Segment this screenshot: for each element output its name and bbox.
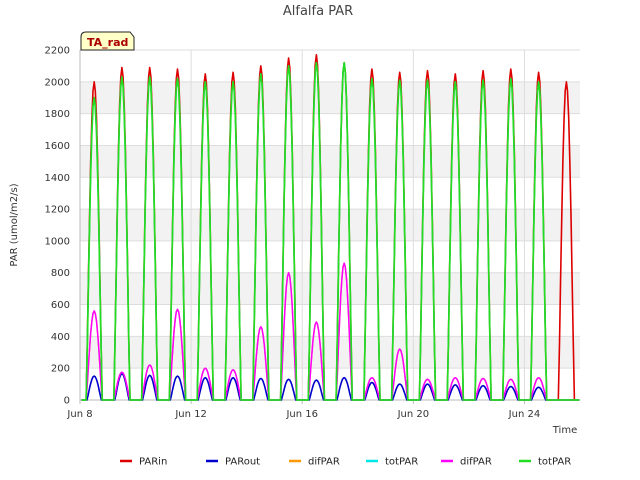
- plot-band: [80, 336, 580, 369]
- plot-band: [80, 145, 580, 178]
- par-chart: Alfalfa PAR 0 200 400 600 800 1000 1200 1400 160…: [0, 0, 640, 480]
- plot-band: [80, 113, 580, 146]
- badge-label: TA_rad: [87, 36, 128, 49]
- plot-band: [80, 50, 580, 82]
- y-tick-label: 200: [51, 364, 70, 375]
- y-tick-label: 800: [51, 268, 70, 279]
- x-tick-label: Jun 12: [174, 409, 207, 420]
- x-axis-title: Time: [552, 425, 577, 436]
- legend-label: difPAR: [308, 457, 340, 468]
- legend-label: difPAR: [460, 457, 492, 468]
- x-tick-label: Jun 20: [397, 409, 430, 420]
- legend-label: totPAR: [385, 457, 418, 468]
- y-tick-label: 1400: [45, 173, 70, 184]
- y-tick-label: 400: [51, 332, 70, 343]
- x-tick-label: Jun 16: [285, 409, 318, 420]
- legend-label: PARout: [225, 457, 260, 468]
- y-tick-label: 600: [51, 300, 70, 311]
- y-tick-label: 1200: [45, 205, 70, 216]
- chart-title: Alfalfa PAR: [283, 4, 353, 19]
- legend-label: totPAR: [538, 457, 571, 468]
- y-axis-title: PAR (umol/m2/s): [9, 183, 20, 266]
- y-tick-label: 2000: [45, 77, 70, 88]
- y-tick-label: 1000: [45, 236, 70, 247]
- y-tick-label: 1600: [45, 141, 70, 152]
- y-tick-label: 1800: [45, 109, 70, 120]
- ta-rad-badge: TA_rad: [80, 31, 135, 51]
- y-tick-label: 0: [64, 396, 70, 407]
- y-tick-label: 2200: [45, 46, 70, 57]
- x-tick-label: Jun 8: [66, 409, 92, 420]
- plot-band: [80, 81, 580, 114]
- x-tick-label: Jun 24: [508, 409, 541, 420]
- legend-label: PARin: [139, 457, 167, 468]
